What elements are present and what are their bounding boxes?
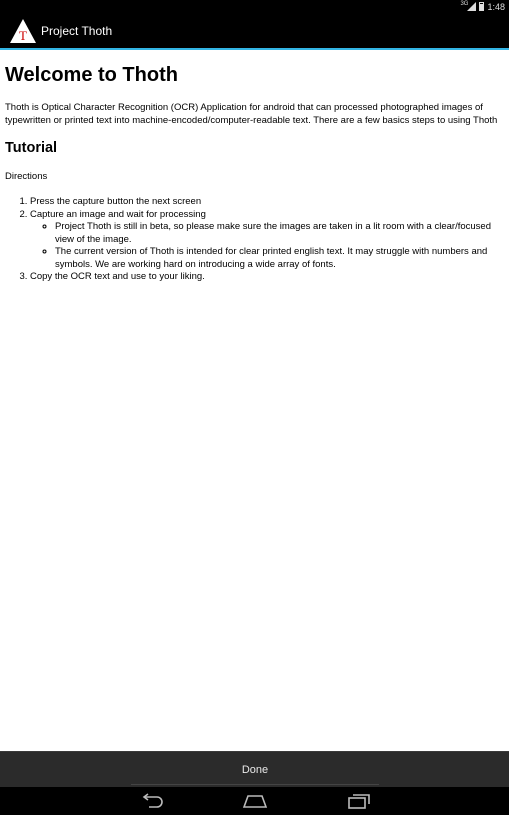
svg-text:T: T	[19, 28, 27, 43]
status-time: 1:48	[487, 1, 505, 12]
recents-icon[interactable]	[346, 793, 372, 809]
status-bar: 3G 1:48	[0, 0, 509, 13]
signal-icon	[467, 2, 477, 11]
step-text: Press the capture button the next screen	[30, 196, 202, 207]
sub-step-item: Project Thoth is still in beta, so pleas…	[55, 221, 499, 246]
action-bar-divider	[0, 48, 509, 50]
tutorial-heading: Tutorial	[5, 140, 58, 156]
app-title: Project Thoth	[41, 23, 113, 38]
done-button[interactable]: Done	[131, 756, 379, 785]
home-icon[interactable]	[242, 793, 268, 809]
navigation-bar	[0, 787, 509, 815]
intro-paragraph: Thoth is Optical Character Recognition (…	[5, 102, 498, 126]
main-content: Welcome to Thoth Thoth is Optical Charac…	[5, 63, 499, 284]
battery-icon	[479, 2, 485, 11]
app-logo-icon[interactable]: T	[9, 18, 37, 44]
steps-list: Press the capture button the next screen…	[5, 196, 499, 284]
step-text: Capture an image and wait for processing	[30, 208, 206, 220]
back-icon[interactable]	[139, 793, 165, 809]
bottom-button-bar: Done	[0, 751, 509, 787]
page-title: Welcome to Thoth	[5, 64, 178, 86]
step-item: Capture an image and wait for processing…	[30, 209, 499, 272]
directions-label: Directions	[5, 171, 48, 182]
step-item: Press the capture button the next screen	[30, 196, 499, 209]
status-icons: 3G 1:48	[460, 0, 505, 13]
step-text: Copy the OCR text and use to your liking…	[30, 271, 205, 282]
sub-steps-list: Project Thoth is still in beta, so pleas…	[30, 221, 499, 271]
sub-step-item: The current version of Thoth is intended…	[55, 246, 499, 271]
action-bar: T Project Thoth	[0, 13, 509, 48]
step-item: Copy the OCR text and use to your liking…	[30, 271, 499, 284]
